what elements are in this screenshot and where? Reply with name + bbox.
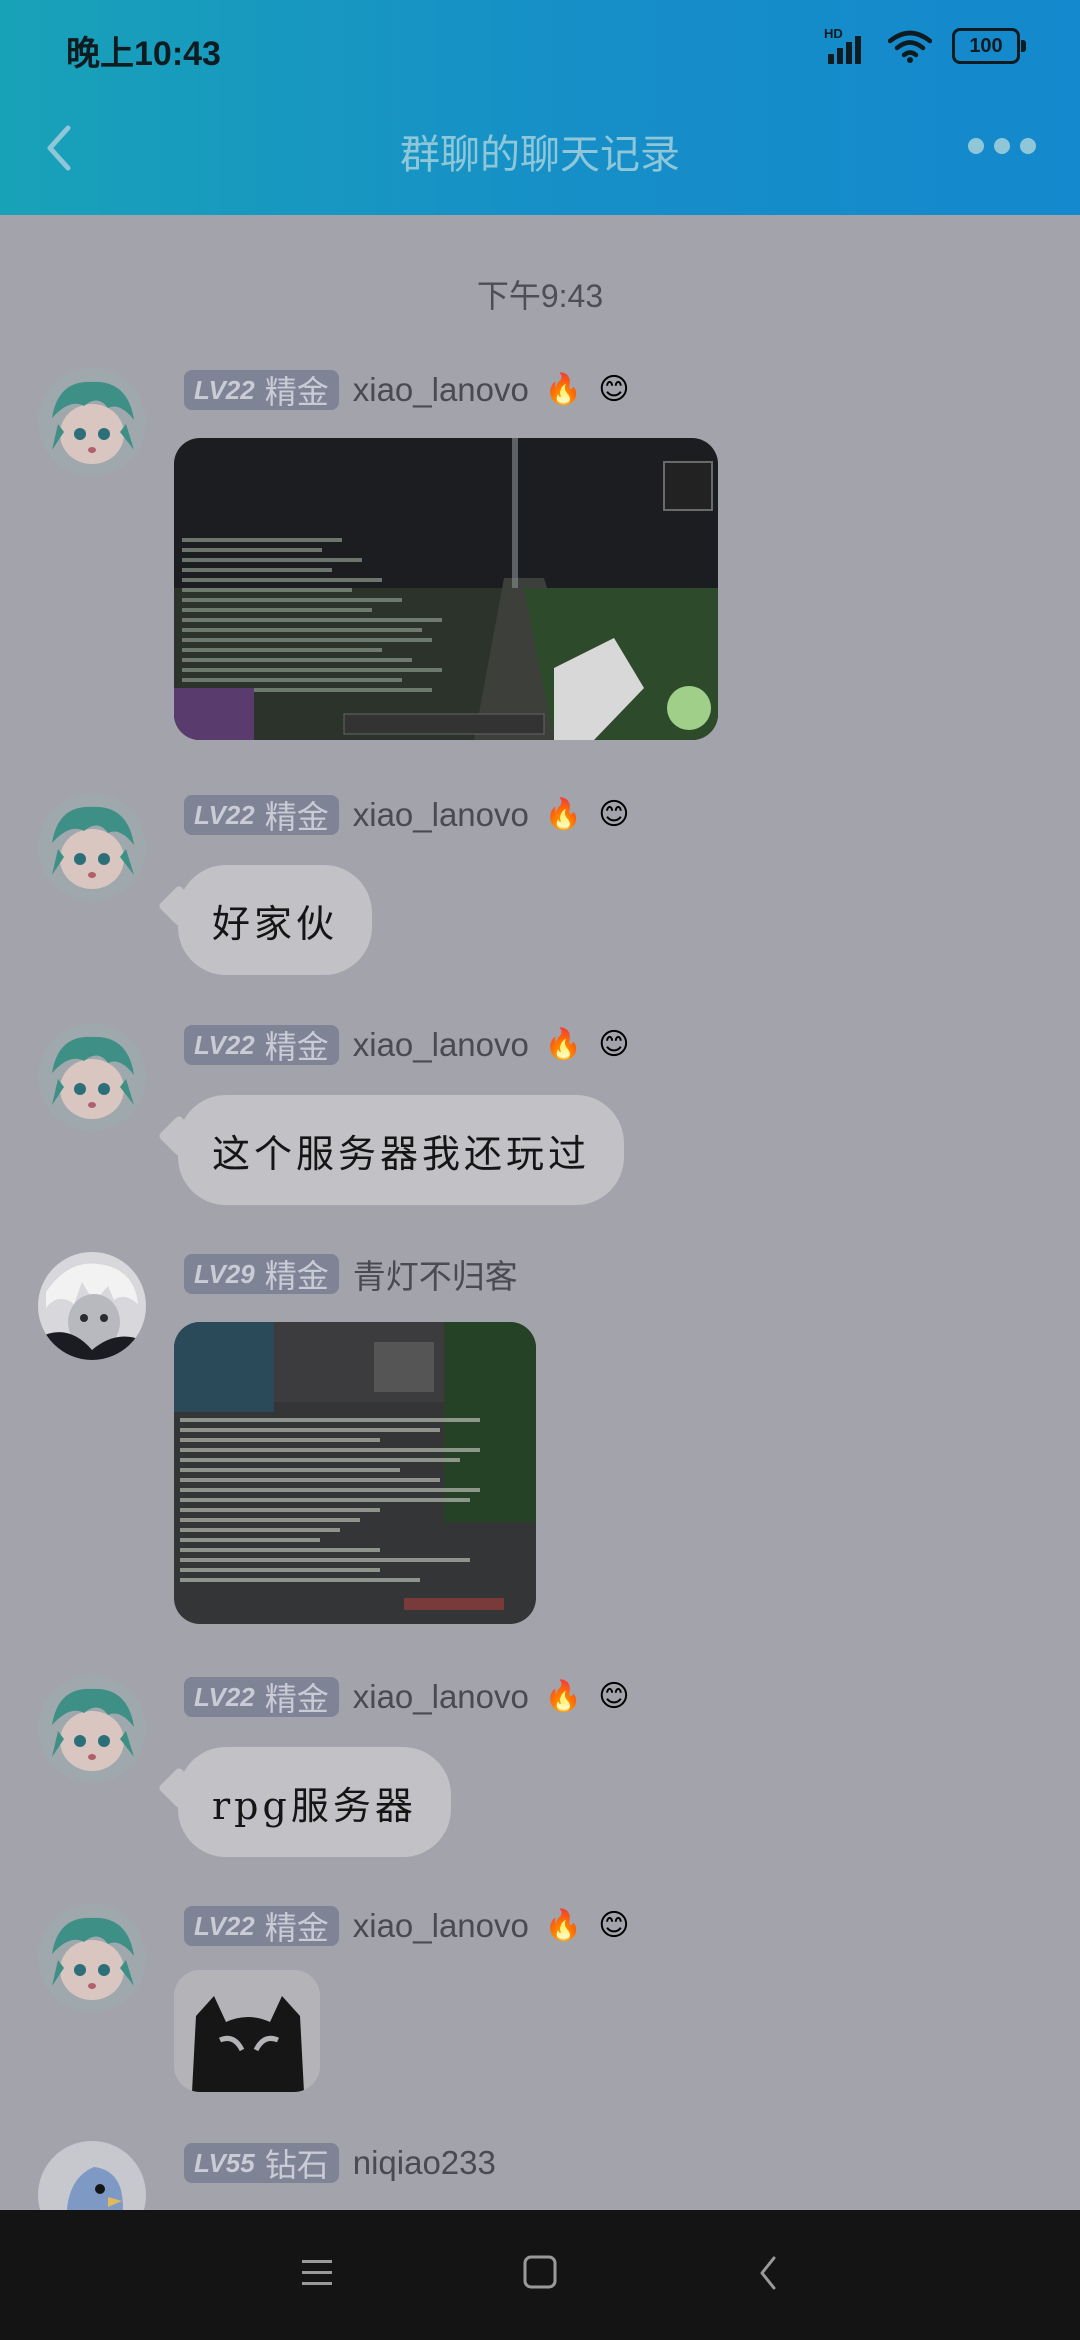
more-options-icon[interactable] — [968, 138, 1036, 154]
fire-icon: 🔥 — [544, 1909, 583, 1942]
fire-icon: 🔥 — [544, 373, 583, 406]
level-badge: LV22 精金 — [184, 370, 339, 410]
flower-icon: 😊 — [598, 1680, 630, 1713]
page-title: 群聊的聊天记录 — [400, 133, 680, 177]
avatar[interactable] — [38, 1675, 146, 1783]
menu-icon[interactable] — [300, 2250, 334, 2296]
chat-timestamp: 下午9:43 — [476, 278, 604, 314]
fire-icon: 🔥 — [544, 798, 583, 831]
level-badge: LV22 精金 — [184, 1677, 339, 1717]
message-bubble[interactable]: 这个服务器我还玩过 — [178, 1095, 625, 1205]
sender-name[interactable]: niqiao233 — [353, 2144, 496, 2182]
message-meta: LV29 精金 青灯不归客 — [184, 1252, 518, 1296]
shared-image[interactable] — [174, 1322, 536, 1624]
sender-name[interactable]: xiao_lanovo — [353, 1678, 529, 1716]
battery-icon: 100 — [952, 28, 1026, 64]
flower-icon: 😊 — [598, 373, 630, 406]
sender-name[interactable]: xiao_lanovo — [353, 796, 529, 834]
chat-history[interactable]: 下午9:43 LV22 精金 xiao_lanovo 🔥 😊 LV22 精金 x… — [0, 215, 1080, 2210]
status-icons: HD 100 — [824, 26, 1026, 64]
title-bar: 晚上10:43 HD 100 群聊的聊天记录 — [0, 0, 1080, 215]
back-triangle-icon[interactable] — [754, 2250, 784, 2296]
level-badge: LV55 钻石 — [184, 2143, 339, 2183]
level-badge: LV29 精金 — [184, 1254, 339, 1294]
flower-icon: 😊 — [598, 1028, 630, 1061]
avatar[interactable] — [38, 1023, 146, 1131]
wifi-icon — [888, 30, 932, 63]
message-bubble[interactable]: 好家伙 — [178, 865, 373, 975]
sender-name[interactable]: xiao_lanovo — [353, 371, 529, 409]
home-square-icon[interactable] — [522, 2250, 558, 2296]
message-meta: LV22 精金 xiao_lanovo 🔥 😊 — [184, 1023, 630, 1067]
avatar[interactable] — [38, 1252, 146, 1360]
avatar[interactable] — [38, 793, 146, 901]
sender-name[interactable]: xiao_lanovo — [353, 1026, 529, 1064]
message-meta: LV55 钻石 niqiao233 — [184, 2141, 496, 2185]
fire-icon: 🔥 — [544, 1680, 583, 1713]
level-badge: LV22 精金 — [184, 795, 339, 835]
level-badge: LV22 精金 — [184, 1025, 339, 1065]
cat-sticker[interactable] — [174, 1970, 320, 2092]
sender-name[interactable]: 青灯不归客 — [353, 1250, 518, 1298]
system-nav-bar — [0, 2210, 1080, 2340]
fire-icon: 🔥 — [544, 1028, 583, 1061]
avatar[interactable] — [38, 1904, 146, 2012]
level-badge: LV22 精金 — [184, 1906, 339, 1946]
message-meta: LV22 精金 xiao_lanovo 🔥 😊 — [184, 1904, 630, 1948]
message-meta: LV22 精金 xiao_lanovo 🔥 😊 — [184, 793, 630, 837]
message-meta: LV22 精金 xiao_lanovo 🔥 😊 — [184, 368, 630, 412]
message-meta: LV22 精金 xiao_lanovo 🔥 😊 — [184, 1675, 630, 1719]
flower-icon: 😊 — [598, 798, 630, 831]
flower-icon: 😊 — [598, 1909, 630, 1942]
message-bubble[interactable]: rpg服务器 — [178, 1747, 451, 1857]
status-time: 晚上10:43 — [66, 35, 221, 73]
avatar[interactable] — [38, 2141, 146, 2210]
sender-name[interactable]: xiao_lanovo — [353, 1907, 529, 1945]
avatar[interactable] — [38, 368, 146, 476]
signal-icon: HD — [824, 26, 868, 64]
shared-image[interactable] — [174, 438, 718, 740]
